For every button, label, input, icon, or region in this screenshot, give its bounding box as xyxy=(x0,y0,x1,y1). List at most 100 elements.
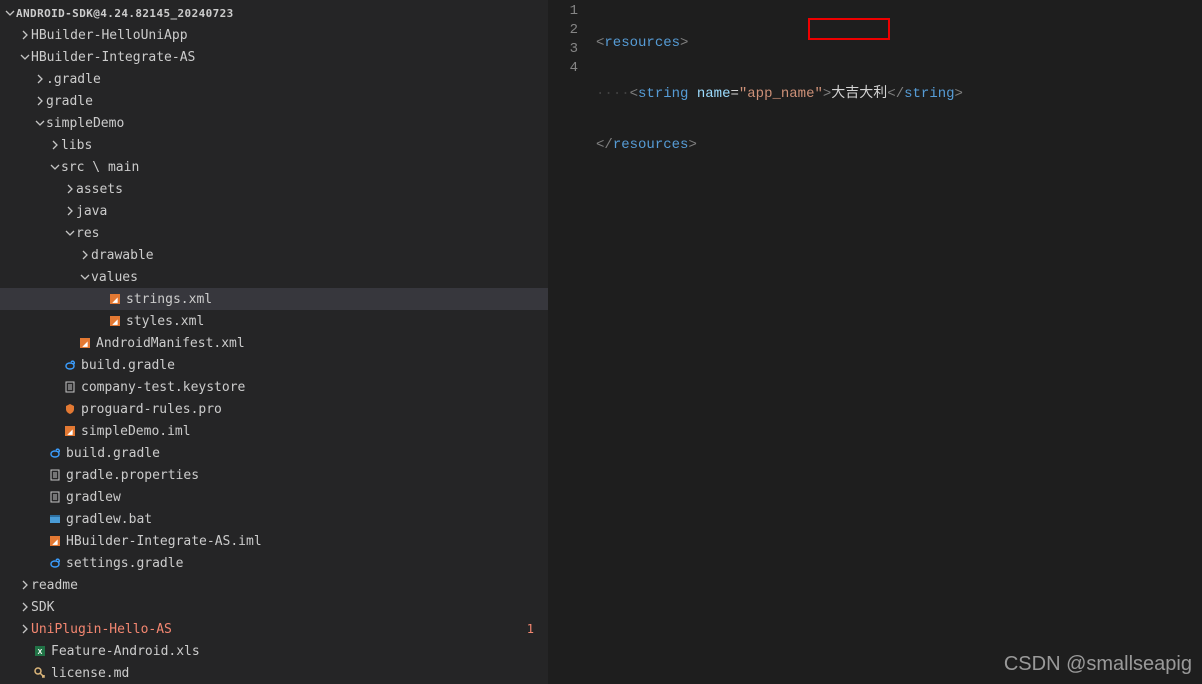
tree-item-label: drawable xyxy=(91,248,154,263)
xml-icon: ◢ xyxy=(76,336,94,350)
tree-folder[interactable]: java xyxy=(0,200,548,222)
tree-item-label: HBuilder-HelloUniApp xyxy=(31,28,188,43)
chevron-right-icon xyxy=(64,184,76,194)
tree-item-label: SDK xyxy=(31,600,54,615)
tree-folder[interactable]: values xyxy=(0,266,548,288)
root-label: ANDROID-SDK@4.24.82145_20240723 xyxy=(16,7,234,20)
tree-item-label: license.md xyxy=(51,666,129,681)
tree-folder[interactable]: HBuilder-HelloUniApp xyxy=(0,24,548,46)
tree-file[interactable]: build.gradle xyxy=(0,442,548,464)
chevron-down-icon xyxy=(79,272,91,282)
xml-icon: ◢ xyxy=(46,534,64,548)
tree-item-label: settings.gradle xyxy=(66,556,183,571)
chevron-right-icon xyxy=(79,250,91,260)
tree-folder[interactable]: libs xyxy=(0,134,548,156)
tree-item-label: gradlew xyxy=(66,490,121,505)
code-content[interactable]: <resources> ····<string name="app_name">… xyxy=(596,0,1202,684)
tree-folder[interactable]: UniPlugin-Hello-AS 1 xyxy=(0,618,548,640)
tree-file[interactable]: ◢ strings.xml xyxy=(0,288,548,310)
chevron-down-icon xyxy=(19,52,31,62)
tree-item-label: gradle.properties xyxy=(66,468,199,483)
gradle-icon xyxy=(61,358,79,372)
line-number: 3 xyxy=(548,40,578,59)
tree-folder[interactable]: SDK xyxy=(0,596,548,618)
tree-item-label: .gradle xyxy=(46,72,101,87)
tree-item-label: libs xyxy=(61,138,92,153)
tree-folder[interactable]: assets xyxy=(0,178,548,200)
tree-folder[interactable]: gradle xyxy=(0,90,548,112)
tree-file[interactable]: proguard-rules.pro xyxy=(0,398,548,420)
svg-text:X: X xyxy=(38,649,43,656)
svg-text:◢: ◢ xyxy=(52,539,58,546)
tree-folder[interactable]: simpleDemo xyxy=(0,112,548,134)
svg-text:◢: ◢ xyxy=(112,297,118,304)
tree-item-label: build.gradle xyxy=(66,446,160,461)
chevron-right-icon xyxy=(34,96,46,106)
tree-item-label: gradlew.bat xyxy=(66,512,152,527)
tree-item-label: simpleDemo.iml xyxy=(81,424,191,439)
tree-item-label: values xyxy=(91,270,138,285)
xml-icon: ◢ xyxy=(61,424,79,438)
tree-file[interactable]: company-test.keystore xyxy=(0,376,548,398)
xls-icon: X xyxy=(31,644,49,658)
tree-file[interactable]: ◢AndroidManifest.xml xyxy=(0,332,548,354)
tree-item-label: styles.xml xyxy=(126,314,204,329)
tree-folder[interactable]: src \ main xyxy=(0,156,548,178)
project-root[interactable]: ANDROID-SDK@4.24.82145_20240723 xyxy=(0,2,548,24)
chevron-right-icon xyxy=(64,206,76,216)
chevron-right-icon xyxy=(19,580,31,590)
file-icon xyxy=(46,490,64,504)
svg-text:◢: ◢ xyxy=(112,319,118,326)
gradle-icon xyxy=(46,446,64,460)
tree-file[interactable]: settings.gradle xyxy=(0,552,548,574)
line-number-gutter: 1 2 3 4 xyxy=(548,0,596,684)
tree-file[interactable]: ◢ HBuilder-Integrate-AS.iml xyxy=(0,530,548,552)
file-icon xyxy=(46,468,64,482)
tree-file[interactable]: gradlew.bat xyxy=(0,508,548,530)
chevron-down-icon xyxy=(4,8,16,18)
chevron-down-icon xyxy=(34,118,46,128)
tree-item-label: readme xyxy=(31,578,78,593)
xml-icon: ◢ xyxy=(106,292,124,306)
tree-folder[interactable]: readme xyxy=(0,574,548,596)
line-number: 4 xyxy=(548,59,578,78)
tree-folder[interactable]: HBuilder-Integrate-AS xyxy=(0,46,548,68)
tree-item-label: gradle xyxy=(46,94,93,109)
tree-file[interactable]: gradlew xyxy=(0,486,548,508)
chevron-right-icon xyxy=(19,30,31,40)
chevron-right-icon xyxy=(19,602,31,612)
tree-item-label: build.gradle xyxy=(81,358,175,373)
tree-item-label: HBuilder-Integrate-AS.iml xyxy=(66,534,262,549)
error-badge: 1 xyxy=(527,622,534,636)
shield-icon xyxy=(61,402,79,416)
tree-folder[interactable]: res xyxy=(0,222,548,244)
code-editor[interactable]: 1 2 3 4 <resources> ····<string name="ap… xyxy=(548,0,1202,684)
tree-item-label: simpleDemo xyxy=(46,116,124,131)
chevron-right-icon xyxy=(34,74,46,84)
gradle-icon xyxy=(46,556,64,570)
tree-item-label: strings.xml xyxy=(126,292,212,307)
tree-item-label: proguard-rules.pro xyxy=(81,402,222,417)
chevron-right-icon xyxy=(19,624,31,634)
tree-item-label: assets xyxy=(76,182,123,197)
tree-file[interactable]: build.gradle xyxy=(0,354,548,376)
tree-file[interactable]: ◢ simpleDemo.iml xyxy=(0,420,548,442)
tree-file[interactable]: ◢ styles.xml xyxy=(0,310,548,332)
tree-item-label: UniPlugin-Hello-AS xyxy=(31,622,172,637)
tree-folder[interactable]: .gradle xyxy=(0,68,548,90)
tree-file[interactable]: license.md xyxy=(0,662,548,684)
tree-folder[interactable]: drawable xyxy=(0,244,548,266)
tree-file[interactable]: XFeature-Android.xls xyxy=(0,640,548,662)
tree-item-label: company-test.keystore xyxy=(81,380,245,395)
tree-file[interactable]: gradle.properties xyxy=(0,464,548,486)
bat-icon xyxy=(46,512,64,526)
line-number: 2 xyxy=(548,21,578,40)
tree-item-label: AndroidManifest.xml xyxy=(96,336,245,351)
file-icon xyxy=(61,380,79,394)
tree-item-label: HBuilder-Integrate-AS xyxy=(31,50,195,65)
xml-icon: ◢ xyxy=(106,314,124,328)
chevron-down-icon xyxy=(64,228,76,238)
tree-item-label: src \ main xyxy=(61,160,139,175)
svg-text:◢: ◢ xyxy=(67,429,73,436)
file-explorer[interactable]: ANDROID-SDK@4.24.82145_20240723 HBuilder… xyxy=(0,0,548,684)
